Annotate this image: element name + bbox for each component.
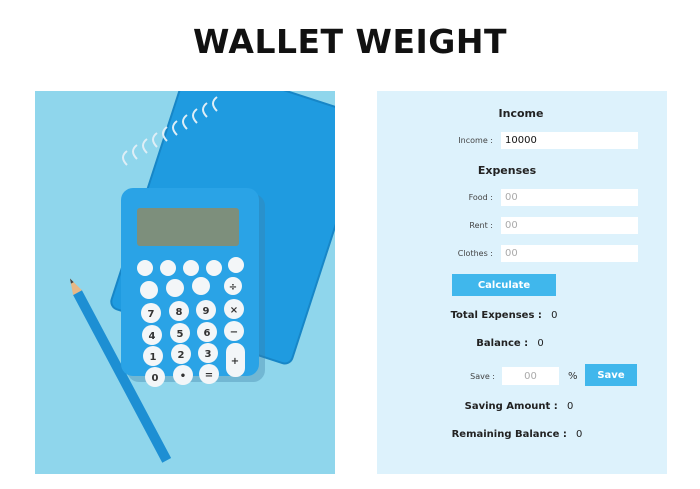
balance-label: Balance : (476, 338, 529, 349)
save-percent-input[interactable] (502, 367, 559, 385)
food-input[interactable] (501, 189, 638, 206)
balance-row: Balance : 0 (365, 338, 655, 349)
saving-amount-row: Saving Amount : 0 (374, 401, 664, 412)
svg-text:9: 9 (203, 306, 210, 317)
svg-text:8: 8 (176, 307, 183, 318)
expenses-heading: Expenses (477, 164, 537, 177)
calculator-notebook-pencil-icon: 7 8 9 × 4 5 6 − 1 2 3 + 0 • = ÷ (69, 91, 335, 463)
svg-text:6: 6 (204, 328, 211, 339)
remaining-balance-row: Remaining Balance : 0 (372, 429, 662, 440)
balance-value: 0 (537, 338, 544, 349)
svg-text:×: × (230, 305, 238, 316)
svg-text:2: 2 (178, 350, 185, 361)
svg-text:•: • (180, 371, 186, 382)
income-input[interactable] (501, 132, 638, 149)
total-expenses-row: Total Expenses : 0 (359, 310, 649, 321)
saving-amount-value: 0 (567, 401, 574, 412)
svg-text:+: + (231, 356, 239, 367)
percent-symbol: % (568, 371, 578, 382)
page-title: WALLET WEIGHT (193, 22, 507, 61)
svg-text:1: 1 (150, 352, 157, 363)
svg-text:4: 4 (149, 331, 156, 342)
rent-input[interactable] (501, 217, 638, 234)
clothes-label: Clothes : (457, 249, 493, 258)
income-label: Income : (458, 136, 493, 145)
calculate-button[interactable]: Calculate (452, 274, 556, 296)
svg-text:5: 5 (177, 329, 184, 340)
clothes-input[interactable] (501, 245, 638, 262)
saving-amount-label: Saving Amount : (464, 401, 558, 412)
save-label: Save : (470, 372, 495, 381)
svg-text:÷: ÷ (229, 282, 237, 293)
income-heading: Income (498, 107, 544, 120)
remaining-balance-label: Remaining Balance : (451, 429, 567, 440)
svg-text:0: 0 (152, 373, 159, 384)
svg-text:7: 7 (148, 309, 155, 320)
rent-label: Rent : (469, 221, 493, 230)
svg-text:−: − (230, 327, 238, 338)
total-expenses-label: Total Expenses : (450, 310, 542, 321)
wallet-form-panel: Income Income : Expenses Food : Rent : C… (377, 91, 667, 474)
calculator-illustration: 7 8 9 × 4 5 6 − 1 2 3 + 0 • = ÷ (35, 91, 335, 474)
svg-text:=: = (205, 370, 213, 381)
save-button[interactable]: Save (585, 364, 637, 386)
food-label: Food : (468, 193, 493, 202)
total-expenses-value: 0 (551, 310, 558, 321)
remaining-balance-value: 0 (576, 429, 583, 440)
svg-text:3: 3 (205, 349, 212, 360)
